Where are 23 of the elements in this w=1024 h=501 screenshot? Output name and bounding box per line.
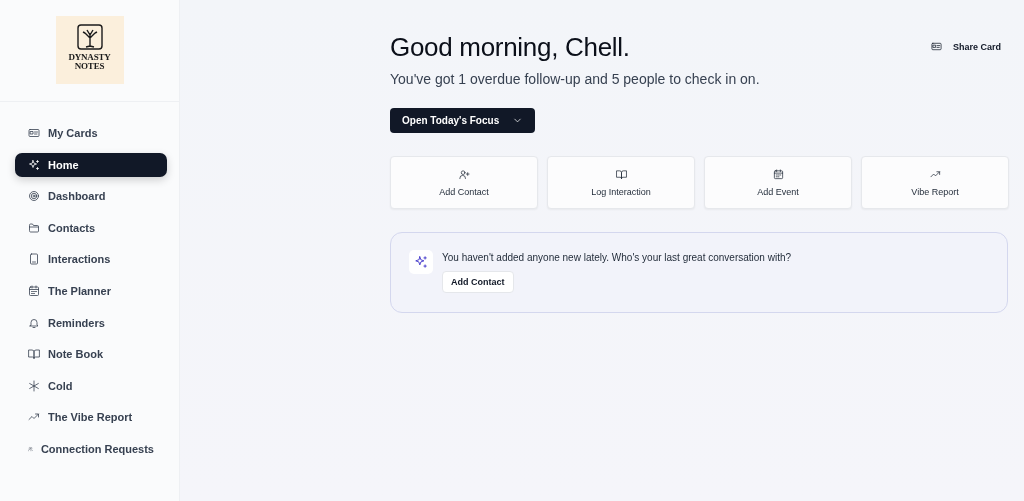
- quick-action-button[interactable]: Add Event: [704, 156, 852, 209]
- quick-action-button[interactable]: Vibe Report: [861, 156, 1009, 209]
- logo-text: DYNASTY: [68, 53, 111, 62]
- logo-text: NOTES: [74, 62, 105, 71]
- sidebar-item[interactable]: Contacts: [15, 215, 167, 240]
- sidebar-item[interactable]: Reminders: [15, 310, 167, 335]
- sidebar-item[interactable]: The Planner: [15, 278, 167, 303]
- summary-text: You've got 1 overdue follow-up and 5 people to check in on.: [390, 71, 761, 87]
- add-contact-button[interactable]: Add Contact: [442, 271, 514, 293]
- quick-action-button[interactable]: Log Interaction: [547, 156, 695, 209]
- prompt-message: You haven't added anyone new lately. Who's your last great conversation with?: [442, 252, 792, 263]
- share-card-button[interactable]: Share Card: [922, 37, 1009, 56]
- sidebar-item[interactable]: Connection Requests: [15, 436, 167, 461]
- greeting-heading: Good morning, Chell.: [390, 32, 630, 63]
- sidebar-item[interactable]: Interactions: [15, 247, 167, 272]
- quick-action-button[interactable]: Add Contact: [390, 156, 538, 209]
- sidebar-item[interactable]: Note Book: [15, 342, 167, 367]
- sidebar-item[interactable]: Dashboard: [15, 184, 167, 209]
- sidebar-item[interactable]: My Cards: [15, 121, 167, 145]
- sidebar-item[interactable]: The Vibe Report: [15, 405, 167, 430]
- sidebar-item[interactable]: Home: [15, 152, 167, 177]
- sidebar-item[interactable]: Cold: [15, 373, 167, 398]
- focus-button[interactable]: Open Today's Focus: [390, 108, 536, 133]
